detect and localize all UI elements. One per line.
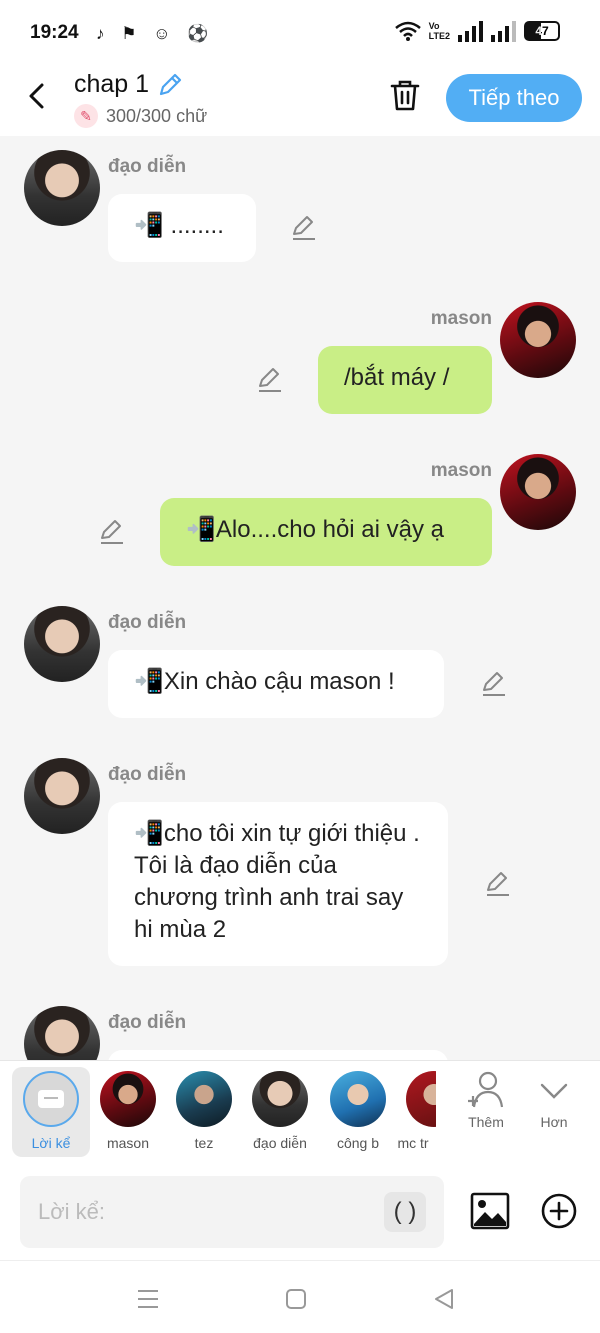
avatar-mason <box>100 1071 156 1127</box>
network-type: Vo LTE2 <box>428 21 450 41</box>
chapter-title-text: chap 1 <box>74 70 150 98</box>
add-circle-icon[interactable] <box>540 1192 578 1230</box>
chapter-title[interactable]: chap 1 <box>74 70 183 99</box>
avatar-dao-dien <box>252 1071 308 1127</box>
parentheses-button[interactable]: ( ) <box>384 1192 426 1232</box>
avatar-dao-dien[interactable] <box>24 150 100 226</box>
more-button[interactable]: Hơn <box>524 1071 584 1130</box>
speaker-name: mason <box>430 460 492 481</box>
narrator-icon <box>23 1071 79 1127</box>
signal-icon-2 <box>491 20 516 42</box>
character-label: mc tr <box>397 1135 429 1151</box>
character-label: mason <box>106 1135 150 1151</box>
message-bubble[interactable]: /bắt máy / <box>318 346 492 414</box>
composer-box[interactable]: ( ) <box>20 1176 444 1248</box>
speaker-name: đạo diễn <box>108 1012 187 1033</box>
speaker-name: đạo diễn <box>108 612 187 633</box>
avatar-dao-dien[interactable] <box>24 758 100 834</box>
avatar-dao-dien[interactable] <box>24 606 100 682</box>
message-bubble[interactable]: 📲Xin chào cậu mason ! <box>108 650 444 718</box>
avatar-mc <box>406 1071 436 1127</box>
character-mc[interactable]: mc tr <box>390 1069 436 1151</box>
battery-icon: 47 <box>524 21 560 41</box>
add-label: Thêm <box>468 1114 504 1130</box>
trash-icon[interactable] <box>388 78 422 112</box>
add-character-button[interactable]: Thêm <box>456 1071 516 1130</box>
message-bubble[interactable]: 📲Alo....cho hỏi ai vậy ạ <box>160 498 492 566</box>
character-tez[interactable]: tez <box>168 1069 240 1151</box>
system-nav-bar <box>0 1260 600 1333</box>
character-mason[interactable]: mason <box>92 1069 164 1151</box>
image-icon[interactable] <box>470 1192 510 1230</box>
message-bubble[interactable]: 📲 ........ <box>108 194 256 262</box>
back-arrow-icon[interactable] <box>22 80 54 112</box>
status-bar: 19:24 ♪ ⚑ ☺ ⚽ Vo LTE2 47 <box>0 0 600 66</box>
character-label: đạo diễn <box>253 1135 307 1151</box>
speaker-name: đạo diễn <box>108 156 187 177</box>
edit-title-icon[interactable] <box>157 72 183 98</box>
character-dao-dien[interactable]: đạo diễn <box>244 1069 316 1151</box>
status-right: Vo LTE2 47 <box>394 20 560 42</box>
message-bubble[interactable] <box>108 1050 448 1060</box>
app-header: chap 1 ✎ 300/300 chữ Tiếp theo <box>0 66 600 136</box>
message-bubble[interactable]: 📲cho tôi xin tự giới thiệu . Tôi là đạo … <box>108 802 448 966</box>
edit-message-icon[interactable] <box>484 870 512 898</box>
edit-message-icon[interactable] <box>256 366 284 394</box>
character-picker: Lời kể mason tez đạo diễn công b mc tr T… <box>0 1060 600 1166</box>
home-icon[interactable] <box>282 1285 310 1313</box>
wifi-icon <box>394 21 421 41</box>
avatar-tez <box>176 1071 232 1127</box>
notification-icons: ♪ ⚑ ☺ ⚽ <box>96 24 215 43</box>
pencil-badge-icon: ✎ <box>74 104 98 128</box>
edit-message-icon[interactable] <box>290 214 318 242</box>
avatar-mason[interactable] <box>500 454 576 530</box>
next-button[interactable]: Tiếp theo <box>446 74 582 122</box>
more-label: Hơn <box>540 1114 568 1130</box>
word-count-row: ✎ 300/300 chữ <box>74 104 207 128</box>
character-label: Lời kể <box>31 1135 71 1151</box>
signal-icon <box>458 20 483 42</box>
composer: ( ) <box>0 1166 600 1260</box>
narration-input[interactable] <box>38 1194 378 1230</box>
speaker-name: mason <box>430 308 492 329</box>
chat-area[interactable]: đạo diễn 📲 ........ mason /bắt máy / mas… <box>0 136 600 1060</box>
avatar-mason[interactable] <box>500 302 576 378</box>
menu-icon[interactable] <box>134 1285 162 1313</box>
edit-message-icon[interactable] <box>480 670 508 698</box>
character-label: công b <box>336 1135 380 1151</box>
back-triangle-icon[interactable] <box>430 1285 458 1313</box>
edit-message-icon[interactable] <box>98 518 126 546</box>
speaker-name: đạo diễn <box>108 764 187 785</box>
status-time: 19:24 <box>30 22 79 43</box>
add-person-icon <box>468 1071 504 1108</box>
avatar-dao-dien[interactable] <box>24 1006 100 1060</box>
chevron-down-icon <box>540 1083 568 1099</box>
character-cong-b[interactable]: công b <box>322 1069 394 1151</box>
word-count: 300/300 chữ <box>106 105 208 126</box>
character-label: tez <box>194 1135 214 1151</box>
character-narrator[interactable]: Lời kể <box>12 1067 90 1157</box>
avatar-cong-b <box>330 1071 386 1127</box>
